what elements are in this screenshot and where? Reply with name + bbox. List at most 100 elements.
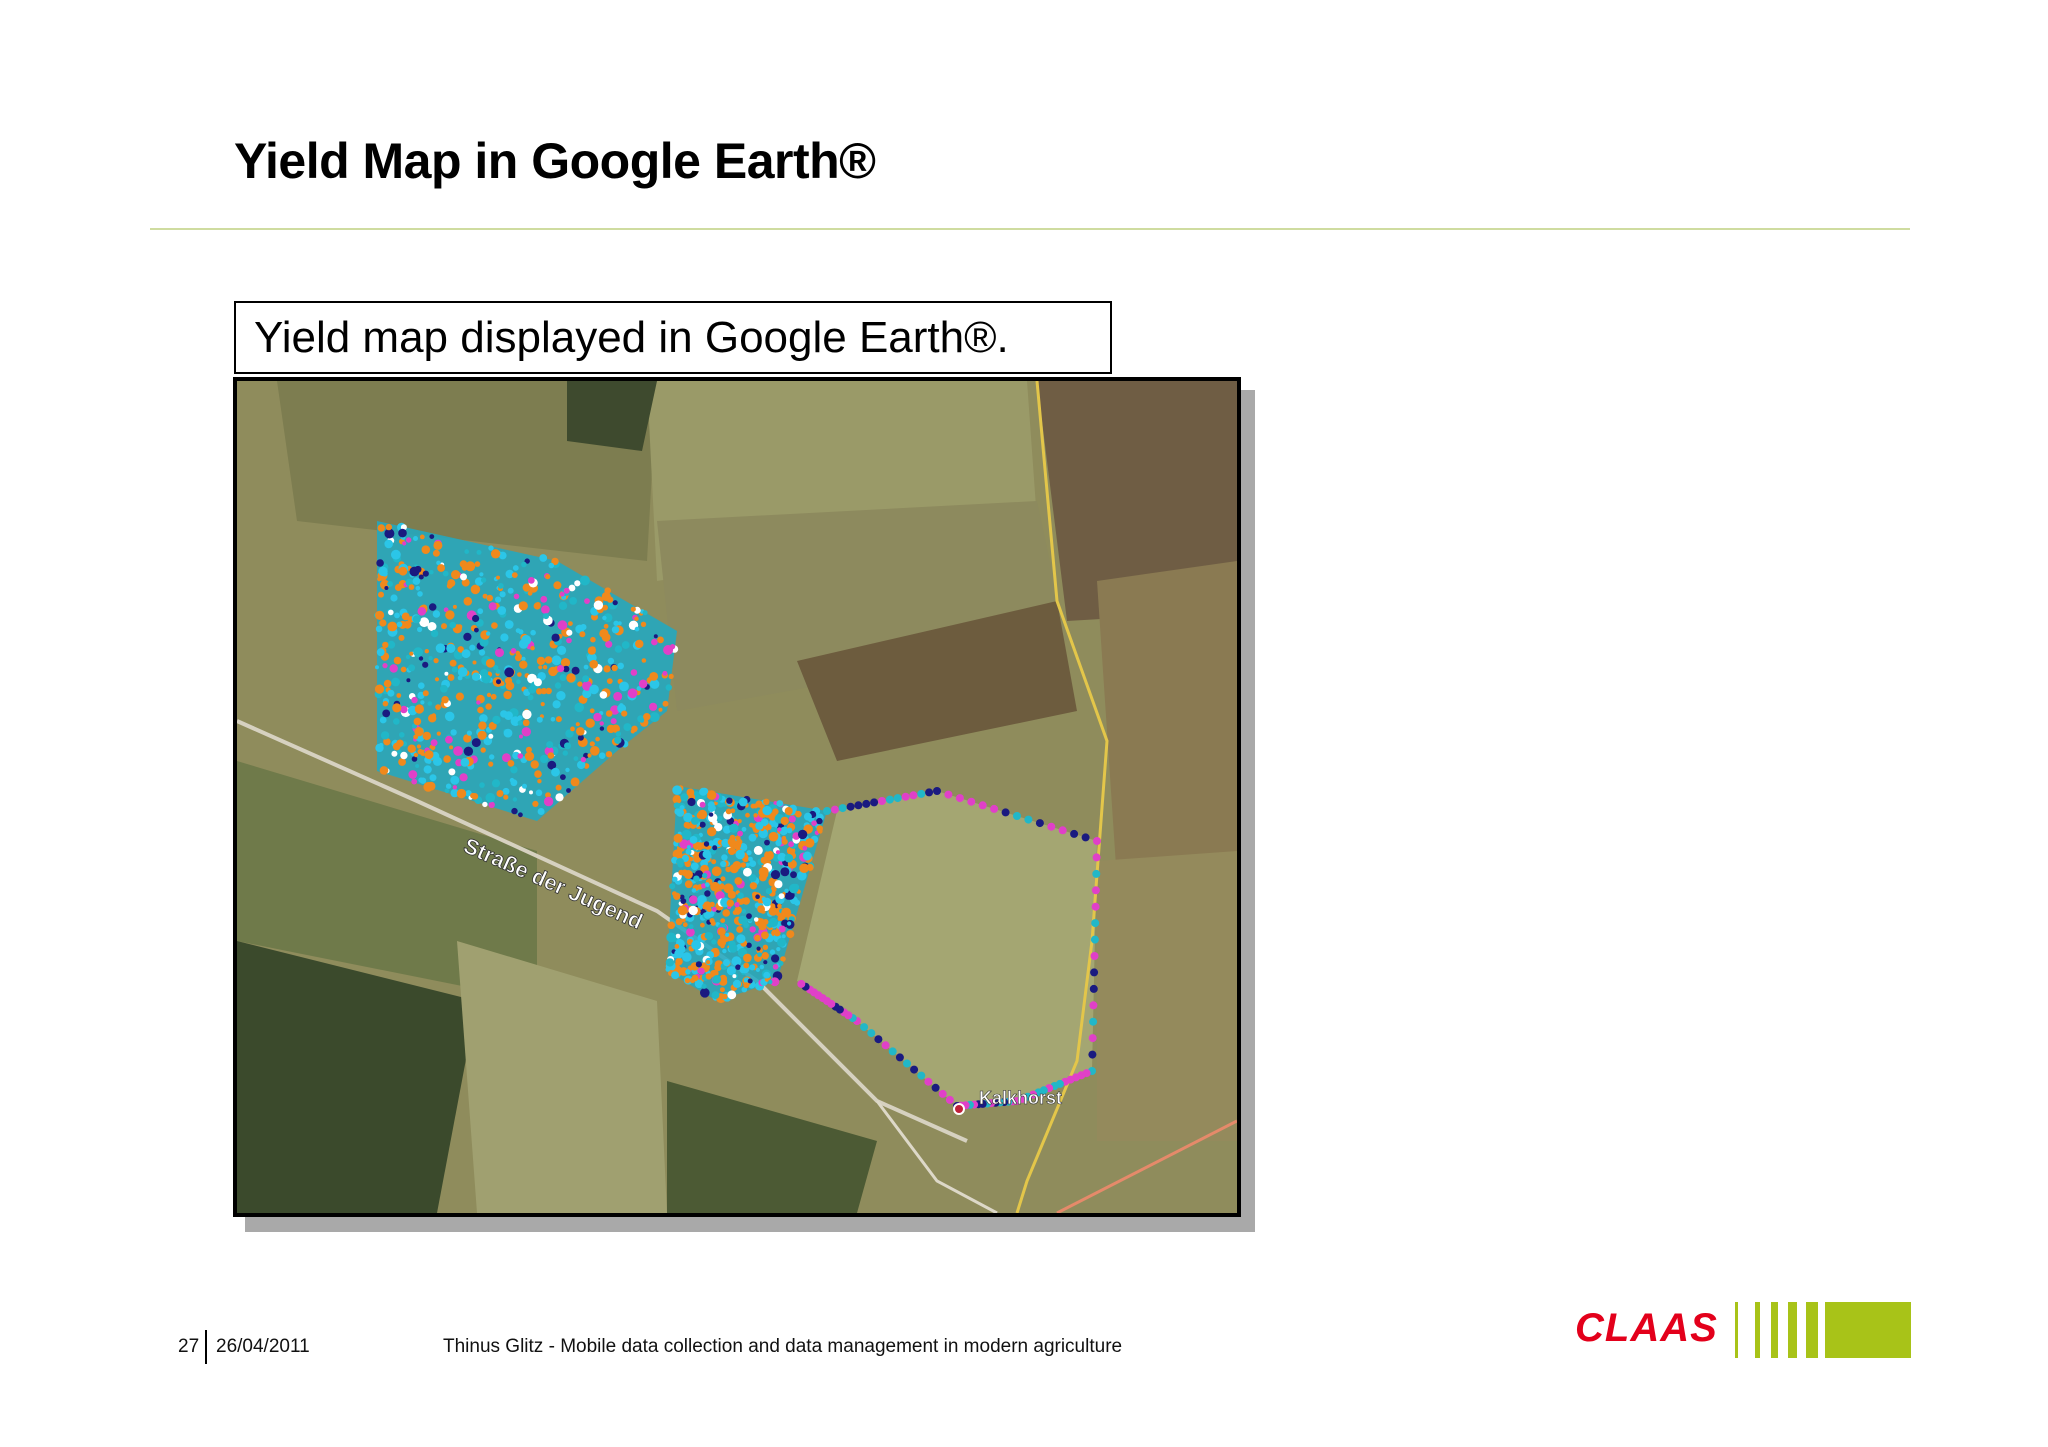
- yield-point: [778, 960, 784, 966]
- yield-point: [566, 788, 571, 793]
- yield-point: [459, 773, 468, 782]
- yield-point: [497, 606, 507, 615]
- yield-point: [732, 979, 742, 989]
- yield-point: [666, 932, 677, 943]
- yield-point: [498, 583, 504, 589]
- yield-point: [529, 790, 533, 795]
- yield-point: [711, 991, 720, 999]
- yield-point: [612, 600, 618, 606]
- yield-point: [672, 785, 682, 795]
- yield-point: [651, 638, 658, 646]
- yield-point: [758, 922, 767, 931]
- yield-point: [500, 633, 509, 642]
- yield-point: [805, 838, 815, 848]
- yield-point: [589, 741, 595, 747]
- yield-point: [389, 664, 398, 673]
- boundary-point: [909, 791, 918, 800]
- yield-point: [553, 581, 562, 590]
- boundary-point: [1090, 935, 1099, 944]
- yield-point: [749, 822, 754, 828]
- yield-point: [485, 658, 495, 668]
- boundary-point: [860, 1023, 869, 1032]
- yield-point: [741, 826, 747, 832]
- yield-point: [511, 572, 518, 578]
- yield-point: [717, 938, 727, 947]
- yield-point: [463, 746, 474, 756]
- boundary-point: [1089, 984, 1098, 993]
- yield-point: [743, 867, 752, 877]
- yield-point: [699, 801, 706, 808]
- yield-point: [621, 641, 630, 649]
- yield-point: [432, 610, 441, 618]
- yield-point: [390, 594, 398, 602]
- yield-point: [693, 875, 700, 882]
- yield-point: [480, 747, 486, 753]
- yield-point: [684, 977, 691, 984]
- yield-point: [548, 666, 558, 677]
- yield-point: [406, 678, 411, 683]
- yield-point: [757, 952, 762, 957]
- yield-point: [570, 777, 580, 787]
- yield-point: [667, 921, 676, 930]
- yield-point: [387, 621, 398, 632]
- yield-point: [457, 667, 468, 677]
- yield-point: [559, 591, 565, 597]
- yield-point: [566, 637, 572, 644]
- yield-point: [408, 770, 418, 779]
- yield-point: [575, 722, 580, 727]
- boundary-point: [838, 804, 847, 813]
- yield-point: [447, 579, 456, 588]
- yield-point: [504, 667, 515, 678]
- yield-point: [785, 893, 792, 900]
- yield-point: [776, 800, 784, 807]
- yield-point: [452, 604, 457, 609]
- forest-north: [567, 381, 657, 451]
- yield-point: [408, 584, 415, 590]
- yield-point: [568, 621, 573, 626]
- yield-point: [727, 847, 736, 855]
- yield-point: [375, 610, 385, 620]
- yield-point: [391, 677, 400, 687]
- yield-point: [416, 744, 421, 749]
- yield-point: [712, 845, 718, 851]
- yield-point: [784, 888, 789, 893]
- yield-point: [723, 959, 730, 967]
- yield-point: [777, 916, 782, 922]
- yield-point: [551, 633, 560, 642]
- yield-point: [422, 570, 429, 577]
- yield-point: [536, 656, 546, 666]
- yield-point: [611, 626, 620, 634]
- yield-point: [722, 948, 727, 954]
- yield-point: [448, 768, 456, 776]
- yield-point: [558, 601, 568, 610]
- yield-point: [429, 570, 434, 575]
- yield-point: [673, 892, 681, 900]
- yield-point: [396, 693, 402, 698]
- yield-point: [577, 681, 583, 687]
- yield-point: [449, 621, 456, 629]
- yield-point: [517, 672, 522, 677]
- yield-point: [469, 644, 476, 651]
- claas-stripes: [1735, 1302, 1911, 1358]
- yield-point: [418, 682, 425, 689]
- yield-point: [731, 956, 742, 967]
- yield-point: [540, 595, 548, 603]
- yield-point: [707, 801, 715, 809]
- yield-point: [710, 920, 716, 926]
- yield-point: [457, 624, 463, 630]
- yield-point: [518, 812, 523, 818]
- yield-point: [787, 921, 792, 926]
- yield-point: [504, 677, 513, 685]
- yield-point: [780, 867, 790, 877]
- yield-point: [400, 751, 408, 760]
- yield-point: [554, 682, 562, 689]
- yield-point: [696, 842, 704, 850]
- yield-point: [802, 845, 808, 851]
- yield-point: [447, 674, 455, 681]
- yield-point: [657, 636, 664, 644]
- boundary-point: [1001, 808, 1010, 817]
- yield-point: [703, 901, 712, 910]
- yield-point: [396, 621, 403, 628]
- yield-point: [736, 838, 743, 846]
- yield-point: [429, 534, 435, 539]
